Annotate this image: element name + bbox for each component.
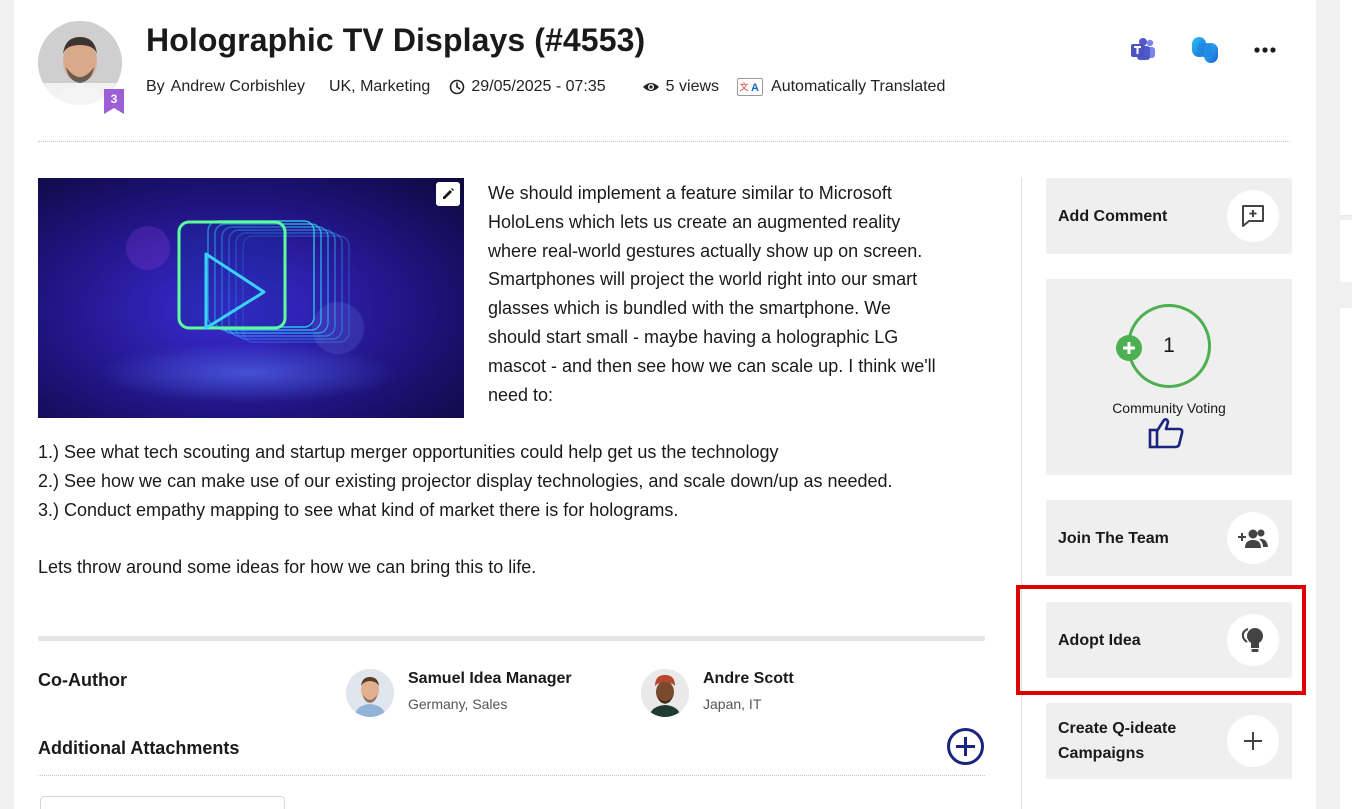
translation-indicator[interactable]: 文 A Automatically Translated — [737, 78, 945, 96]
header-actions — [1126, 33, 1282, 67]
description-line: should start small - maybe having a holo… — [488, 326, 899, 347]
translate-icon: 文 A — [737, 78, 764, 96]
svg-text:文: 文 — [740, 81, 749, 93]
views-text: 5 views — [665, 78, 720, 95]
community-voting: 1 Community Voting — [1046, 279, 1292, 475]
side-panel — [1340, 220, 1352, 282]
add-vote-button[interactable] — [1116, 335, 1142, 361]
comment-icon — [1227, 190, 1279, 242]
list-item: 3.) Conduct empathy mapping to see what … — [38, 499, 679, 520]
voting-label: Community Voting — [1112, 400, 1226, 416]
by-label: By — [146, 78, 165, 95]
coauthor-heading: Co-Author — [38, 670, 127, 690]
idea-title: Holographic TV Displays (#4553) — [146, 22, 646, 58]
datetime-text: 29/05/2025 - 07:35 — [471, 78, 606, 95]
teams-icon[interactable] — [1126, 33, 1160, 67]
description-line: We should implement a feature similar to… — [488, 183, 892, 203]
coauthor-name: Andre Scott — [703, 670, 794, 687]
group-add-icon — [1227, 512, 1279, 564]
list-item: 2.) See how we can make use of our exist… — [38, 470, 893, 491]
join-team-button[interactable]: Join The Team — [1046, 500, 1292, 576]
eye-icon — [642, 83, 659, 91]
edit-image-button[interactable] — [436, 182, 460, 206]
attachments-divider — [38, 775, 985, 776]
plus-circle-icon — [947, 728, 984, 765]
column-divider — [1021, 178, 1022, 809]
clock-icon — [450, 79, 465, 95]
attachment-item[interactable] — [40, 796, 285, 809]
coauthor-dept: Germany, Sales — [408, 696, 508, 712]
rank-badge: 3 — [104, 89, 124, 114]
description-line: HoloLens which lets us create an augment… — [488, 211, 901, 232]
create-campaign-label: Create Q-ideate — [1058, 720, 1177, 737]
svg-text:A: A — [751, 82, 759, 94]
description-line: where real-world gestures actually show … — [488, 240, 923, 261]
description-line: glasses which is bundled with the smartp… — [488, 298, 891, 319]
coauthor-card[interactable]: Andre Scott Japan, IT — [641, 669, 794, 717]
add-attachment-button[interactable] — [946, 727, 985, 766]
datetime: 29/05/2025 - 07:35 — [449, 78, 606, 96]
add-comment-button[interactable]: Add Comment — [1046, 178, 1292, 254]
idea-meta: By Andrew Corbishley UK, Marketing 29/05… — [146, 77, 945, 97]
description-line: Smartphones will project the world right… — [488, 269, 918, 290]
copilot-icon[interactable] — [1188, 33, 1222, 67]
list-item: 1.) See what tech scouting and startup m… — [38, 442, 779, 462]
idea-steps-list: 1.) See what tech scouting and startup m… — [38, 438, 998, 524]
add-comment-label: Add Comment — [1058, 208, 1168, 225]
highlight-box — [1016, 585, 1306, 695]
plus-icon — [1123, 342, 1135, 354]
author-name[interactable]: Andrew Corbishley — [171, 78, 305, 96]
svg-text:3: 3 — [111, 92, 118, 106]
idea-image[interactable] — [38, 178, 464, 418]
closing-text: Lets throw around some ideas for how we … — [38, 557, 537, 577]
more-icon[interactable] — [1248, 33, 1282, 67]
attachments-heading: Additional Attachments — [38, 738, 240, 758]
side-panel — [1340, 308, 1352, 809]
section-divider — [38, 636, 985, 641]
author-department: UK, Marketing — [328, 78, 431, 95]
description-line: mascot - and then see how we can scale u… — [488, 355, 936, 376]
views: 5 views — [642, 78, 719, 96]
plus-icon — [1227, 715, 1279, 767]
thumbs-up-icon[interactable] — [1148, 416, 1186, 450]
pencil-icon — [443, 188, 454, 199]
create-campaign-button[interactable]: Create Q-ideate Campaigns — [1046, 703, 1292, 779]
description-line: need to: — [488, 384, 554, 405]
coauthor-avatar[interactable] — [641, 669, 689, 717]
coauthor-name: Samuel Idea Manager — [408, 670, 572, 687]
translated-text: Automatically Translated — [771, 78, 946, 95]
coauthor-dept: Japan, IT — [703, 696, 762, 712]
side-panel — [1340, 0, 1352, 216]
idea-description: We should implement a feature similar to… — [488, 179, 988, 409]
coauthor-card[interactable]: Samuel Idea Manager Germany, Sales — [346, 669, 572, 717]
coauthor-avatar[interactable] — [346, 669, 394, 717]
header-divider — [38, 141, 1290, 142]
join-team-label: Join The Team — [1058, 530, 1169, 547]
create-campaign-label: Campaigns — [1058, 745, 1145, 762]
